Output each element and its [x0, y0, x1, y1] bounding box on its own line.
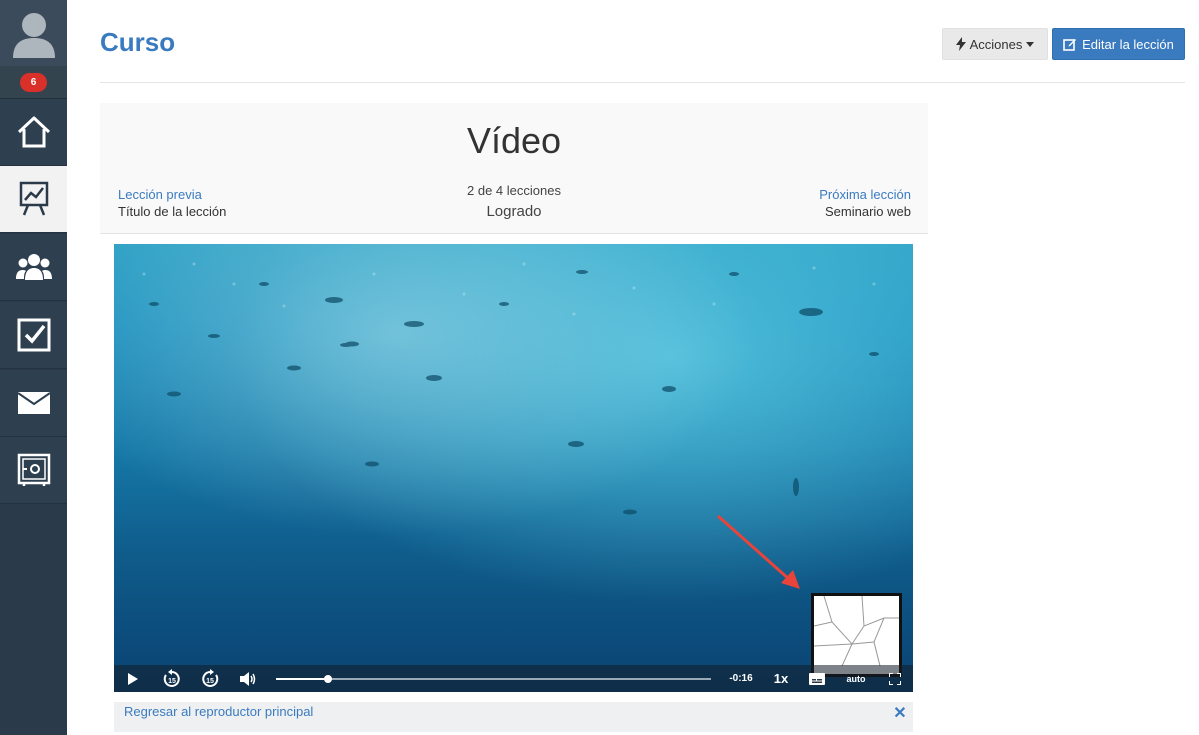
bolt-icon: [955, 37, 966, 51]
user-avatar-icon: [12, 13, 55, 58]
next-lesson-link[interactable]: Próxima lección: [819, 187, 911, 202]
annotation-arrow: [717, 514, 800, 589]
return-bar: Regresar al reproductor principal ✕: [114, 702, 913, 732]
edit-lesson-button[interactable]: Editar la lección: [1052, 28, 1185, 60]
lesson-count: 2 de 4 lecciones: [467, 183, 561, 198]
users-icon: [15, 254, 52, 280]
sidebar-item-vault[interactable]: [0, 437, 67, 504]
sidebar-item-tasks[interactable]: [0, 302, 67, 369]
lesson-title: Vídeo: [466, 120, 562, 161]
lesson-status: Logrado: [486, 203, 542, 220]
sidebar-fill: [0, 505, 67, 735]
actions-button-label: Acciones: [969, 36, 1023, 52]
page-title: Curso: [100, 27, 176, 57]
next-lesson-title: Seminario web: [825, 204, 911, 219]
sidebar-item-course[interactable]: [0, 166, 67, 233]
safe-icon: [17, 453, 50, 486]
video-player[interactable]: 15 15 -0:16 1x auto: [114, 244, 913, 692]
checkbox-icon: [17, 318, 50, 352]
close-icon[interactable]: ✕: [893, 706, 907, 722]
lesson-header: Vídeo Lección previa Título de la lecció…: [100, 103, 928, 234]
chart-presentation-icon: [19, 181, 48, 216]
sidebar-item-messages[interactable]: [0, 370, 67, 437]
home-icon: [17, 116, 50, 148]
sidebar-item-home[interactable]: [0, 99, 67, 166]
header-divider: [100, 82, 1185, 83]
envelope-icon: [16, 392, 51, 414]
return-to-main-player-link[interactable]: Regresar al reproductor principal: [124, 704, 313, 719]
edit-icon: [1063, 39, 1077, 51]
actions-button[interactable]: Acciones: [942, 28, 1048, 60]
sidebar: 6: [0, 0, 67, 735]
caret-down-icon: [1026, 41, 1035, 47]
notification-row[interactable]: 6: [0, 66, 67, 99]
sidebar-item-users[interactable]: [0, 234, 67, 301]
notification-badge[interactable]: 6: [20, 73, 47, 92]
avatar[interactable]: [0, 0, 67, 66]
edit-lesson-button-label: Editar la lección: [1082, 36, 1174, 52]
